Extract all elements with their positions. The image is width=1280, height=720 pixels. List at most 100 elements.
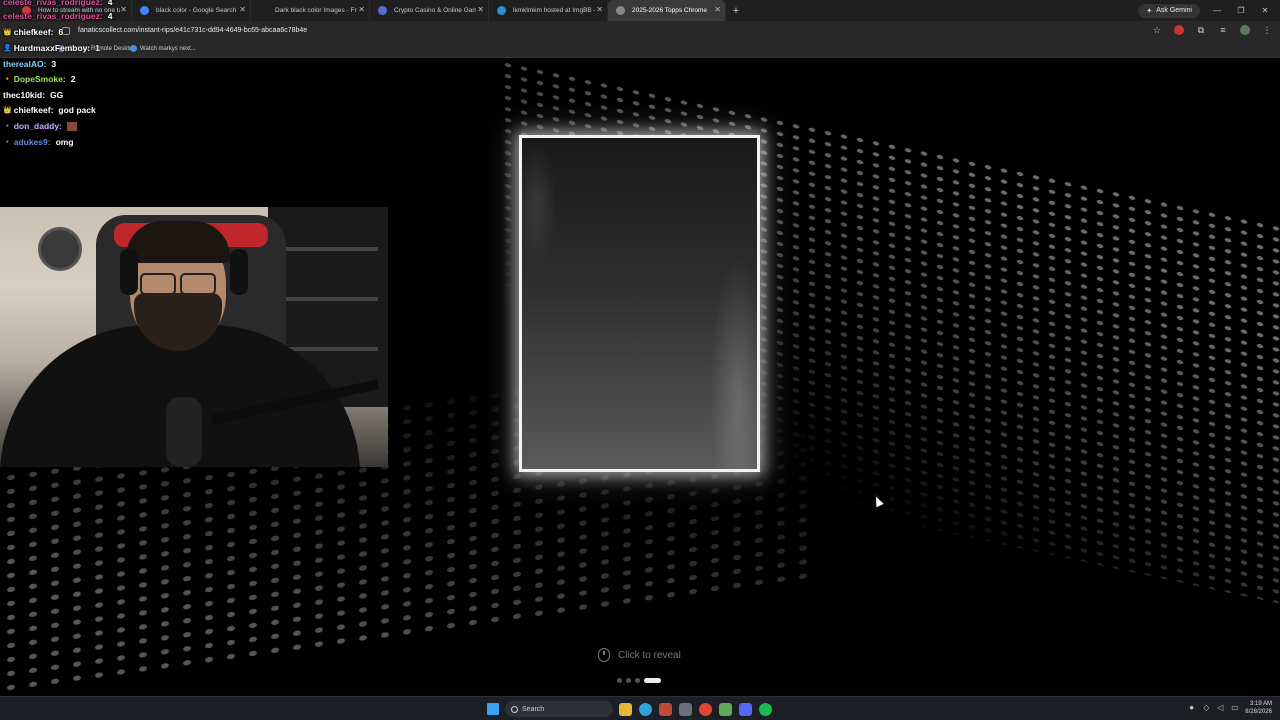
chat-badge-icon: 🔹: [3, 139, 12, 146]
chat-username[interactable]: thec10kid:: [3, 90, 45, 100]
close-tab-icon[interactable]: ✕: [358, 5, 365, 14]
pager-dot[interactable]: [626, 678, 631, 683]
restore-button[interactable]: ❐: [1234, 6, 1248, 15]
chat-badge-icon: 👤: [3, 45, 12, 52]
browser-tab-bar: How to stream with no one talk ✕ black col…: [0, 0, 1280, 21]
tab-label: lkmklmkm hosted at ImgBB —: [513, 7, 595, 14]
webcam-overlay: [0, 207, 388, 467]
browser-tab[interactable]: Dark black color Images - Free ✕: [251, 0, 370, 21]
clock[interactable]: 3:19 AM 8/28/2026: [1245, 700, 1272, 716]
close-tab-icon[interactable]: ✕: [120, 5, 127, 14]
pager-dot[interactable]: [644, 678, 661, 683]
chat-badge-icon: 🔹: [3, 123, 12, 130]
chat-badge-icon: 🔸: [3, 76, 12, 83]
spotify-icon[interactable]: [759, 702, 772, 716]
network-icon[interactable]: ◇: [1203, 704, 1211, 712]
webcam-person-hair: [126, 221, 230, 263]
chat-text: 4: [107, 0, 113, 7]
chat-username[interactable]: chiefkeef:: [14, 27, 54, 37]
menu-icon[interactable]: ⋮: [1262, 25, 1272, 35]
bookmark-watch[interactable]: Watch markys next...: [130, 45, 196, 52]
chat-text: 2: [70, 74, 76, 84]
browser-tab[interactable]: black color - Google Search ✕: [132, 0, 251, 21]
address-bar-actions: ☆ ⧉ ≡ ⋮: [1152, 25, 1272, 35]
webcam-glasses: [140, 273, 216, 295]
favicon-icon: [616, 6, 625, 15]
chat-text: omg: [55, 137, 74, 147]
chat-message: celeste_rivas_rodriguez: 4: [3, 0, 112, 7]
close-tab-icon[interactable]: ✕: [239, 5, 246, 14]
media-icon[interactable]: ≡: [1218, 25, 1228, 35]
clock-time: 3:19 AM: [1249, 701, 1272, 707]
bookmark-star-icon[interactable]: ☆: [1152, 25, 1162, 35]
mic-tray-icon[interactable]: ●: [1189, 704, 1197, 712]
chat-username[interactable]: adukes9:: [14, 137, 51, 147]
taskbar-search[interactable]: Search: [505, 701, 613, 717]
favicon-icon: [497, 6, 506, 15]
app3-icon[interactable]: [659, 702, 672, 716]
files-icon[interactable]: [619, 702, 632, 716]
click-to-reveal-prompt[interactable]: Click to reveal: [598, 648, 681, 662]
chrome-icon[interactable]: [699, 702, 712, 716]
search-icon: [511, 705, 518, 713]
chat-message: 👤 HardmaxxFemboy: 1: [3, 43, 100, 53]
discord-icon[interactable]: [739, 702, 752, 716]
taskbar-apps: Search: [487, 701, 772, 717]
clock-date: 8/28/2026: [1245, 709, 1272, 715]
battery-icon[interactable]: ▭: [1231, 704, 1239, 712]
app4-icon[interactable]: [679, 702, 692, 716]
tab-label: Crypto Casino & Online Gambl: [394, 7, 476, 14]
app6-icon[interactable]: [719, 702, 732, 716]
puzzle-icon[interactable]: ⧉: [1196, 25, 1206, 35]
chat-text: GG: [50, 90, 64, 100]
volume-icon[interactable]: ◁: [1217, 704, 1225, 712]
microphone-icon: [166, 397, 202, 467]
close-tab-icon[interactable]: ✕: [714, 5, 721, 14]
chat-message: 👑 chiefkeef: god pack: [3, 105, 96, 115]
chat-username[interactable]: don_daddy:: [14, 121, 62, 131]
browser-tab[interactable]: lkmklmkm hosted at ImgBB — ✕: [489, 0, 608, 21]
browser-tab[interactable]: Crypto Casino & Online Gambl ✕: [370, 0, 489, 21]
chat-badge-icon: 👑: [3, 107, 12, 114]
mystery-card[interactable]: [519, 135, 760, 472]
address-bar: fanaticscollect.com/instant-rips/e41c731…: [0, 21, 1280, 42]
url-text[interactable]: fanaticscollect.com/instant-rips/e41c731…: [78, 27, 307, 34]
bookmarks-bar: Chrome Remote Desktop Watch markys next.…: [0, 42, 1280, 58]
start-icon[interactable]: [487, 703, 499, 715]
edge-icon[interactable]: [639, 702, 652, 716]
mouse-icon: [598, 648, 610, 662]
chat-emote-icon: [66, 121, 77, 131]
favicon-icon: [378, 6, 387, 15]
ask-gemini-button[interactable]: ✦ Ask Gemini: [1138, 3, 1200, 18]
close-tab-icon[interactable]: ✕: [596, 5, 603, 14]
close-window-button[interactable]: ✕: [1258, 6, 1272, 15]
site-info-icon[interactable]: [62, 27, 70, 35]
favicon-icon: [140, 6, 149, 15]
pager-dot[interactable]: [635, 678, 640, 683]
chat-badge-icon: 👑: [3, 29, 12, 36]
browser-tab[interactable]: 2025-2026 Topps Chrome ✕: [608, 0, 726, 21]
profile-avatar[interactable]: [1240, 25, 1250, 35]
chat-username[interactable]: HardmaxxFemboy:: [14, 43, 91, 53]
headset-icon: [120, 249, 138, 295]
chat-text: god pack: [58, 105, 96, 115]
extension-icon[interactable]: [1174, 25, 1184, 35]
pager-dot[interactable]: [617, 678, 622, 683]
chat-message: thec10kid: GG: [3, 90, 63, 100]
close-tab-icon[interactable]: ✕: [477, 5, 484, 14]
chat-text: 3: [51, 59, 57, 69]
chat-username[interactable]: celeste_rivas_rodriguez:: [3, 0, 103, 7]
chat-username[interactable]: chiefkeef:: [14, 105, 54, 115]
chat-text: 4: [107, 11, 113, 21]
chat-text: 6: [58, 27, 64, 37]
chat-username[interactable]: DopeSmoke:: [14, 74, 66, 84]
card-pager: [617, 678, 661, 683]
chat-username[interactable]: celeste_rivas_rodriguez:: [3, 11, 103, 21]
chat-text: 1: [95, 43, 100, 53]
new-tab-button[interactable]: +: [726, 5, 746, 17]
tab-label: Dark black color Images - Free: [275, 7, 357, 14]
minimize-button[interactable]: —: [1210, 6, 1224, 15]
chat-message: celeste_rivas_rodriguez: 4: [3, 11, 112, 21]
chat-username[interactable]: therealAO:: [3, 59, 46, 69]
chat-message: 👑 chiefkeef: 6: [3, 27, 63, 37]
